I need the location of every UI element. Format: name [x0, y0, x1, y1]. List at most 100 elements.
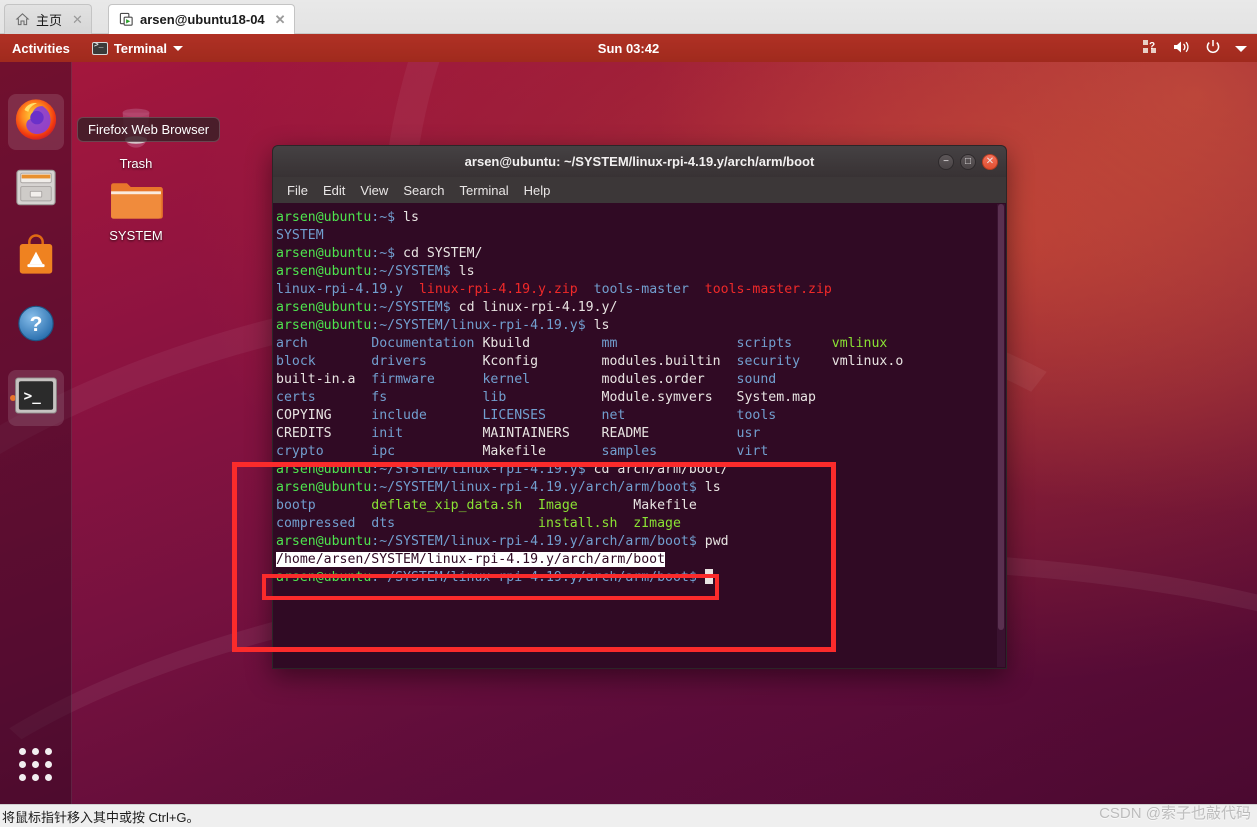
browser-tab-terminal-session[interactable]: arsen@ubuntu18-04 ✕ — [108, 4, 295, 34]
home-icon — [15, 12, 30, 27]
terminal-user-host: arsen@ubuntu — [276, 246, 372, 261]
tooltip-firefox-web-browser: Firefox Web Browser — [77, 117, 221, 142]
terminal-listing-entry: deflate_xip_data.sh — [371, 498, 539, 513]
ubuntu-dock: ? >_ — [0, 62, 72, 804]
remote-terminal-icon — [119, 12, 134, 27]
terminal-line-prompt: arsen@ubuntu:~/SYSTEM/linux-rpi-4.19.y/a… — [275, 533, 1006, 551]
menu-help[interactable]: Help — [524, 183, 551, 198]
terminal-line-prompt: arsen@ubuntu:~/SYSTEM/linux-rpi-4.19.y/a… — [275, 569, 1006, 587]
maximize-icon: □ — [964, 156, 972, 167]
grid-dot — [45, 774, 52, 781]
browser-tab-home[interactable]: 主页 ✕ — [4, 4, 92, 34]
grid-dot — [45, 748, 52, 755]
terminal-listing-entry: linux-rpi-4.19.y — [276, 282, 404, 297]
terminal-listing-entry: built-in.a — [276, 372, 372, 387]
terminal-listing-entry: scripts — [736, 336, 832, 351]
terminal-command: ls — [585, 318, 610, 333]
terminal-listing-entry: SYSTEM — [276, 228, 324, 243]
terminal-listing-entry: mm — [601, 336, 737, 351]
terminal-command: ls — [696, 480, 721, 495]
terminal-menubar: File Edit View Search Terminal Help — [272, 177, 1007, 203]
terminal-listing-entry: Makefile — [633, 498, 697, 513]
minimize-button[interactable]: − — [938, 154, 954, 170]
dock-item-help[interactable]: ? — [8, 298, 64, 354]
close-button[interactable]: ✕ — [982, 154, 998, 170]
grid-dot — [19, 774, 26, 781]
terminal-listing-entry: crypto — [276, 444, 372, 459]
browser-tab-strip: 主页 ✕ arsen@ubuntu18-04 ✕ — [0, 0, 1257, 34]
terminal-icon — [91, 41, 108, 55]
activities-button[interactable]: Activities — [12, 41, 70, 56]
files-cabinet-icon — [14, 167, 58, 214]
power-icon[interactable] — [1205, 39, 1221, 58]
terminal-output-area[interactable]: arsen@ubuntu :~$ ls SYSTEM arsen@ubuntu:~$ … — [272, 203, 1007, 669]
terminal-listing-entry: kernel — [482, 372, 602, 387]
window-controls: − □ ✕ — [938, 154, 998, 170]
terminal-listing-entry: tools-master.zip — [704, 282, 832, 297]
terminal-listing-entry: include — [371, 408, 483, 423]
panel-clock[interactable]: Sun 03:42 — [0, 41, 1257, 56]
terminal-line-output: crypto ipc Makefile samples virt — [275, 443, 1006, 461]
menu-edit[interactable]: Edit — [323, 183, 345, 198]
gnome-top-panel: Activities Terminal Sun 03:42 ? — [0, 34, 1257, 62]
terminal-listing-entry — [689, 282, 705, 297]
terminal-listing-entry: CREDITS — [276, 426, 372, 441]
terminal-titlebar[interactable]: arsen@ubuntu: ~/SYSTEM/linux-rpi-4.19.y/… — [272, 145, 1007, 177]
terminal-path: :~/SYSTEM/linux-rpi-4.19.y$ — [371, 462, 586, 477]
folder-icon — [111, 183, 163, 219]
terminal-user-host: arsen@ubuntu — [276, 534, 372, 549]
terminal-line-output: SYSTEM — [275, 227, 1006, 245]
terminal-user-host: arsen@ubuntu — [276, 300, 372, 315]
dock-item-terminal[interactable]: >_ — [8, 370, 64, 426]
terminal-listing-entry: vmlinux.o — [831, 354, 904, 369]
terminal-listing-entry: vmlinux — [831, 336, 888, 351]
menu-view[interactable]: View — [360, 183, 388, 198]
terminal-user-host: arsen@ubuntu — [276, 480, 372, 495]
terminal-listing-entry: README — [601, 426, 737, 441]
terminal-line-prompt: arsen@ubuntu:~/SYSTEM$ ls — [275, 263, 1006, 281]
terminal-line-prompt: arsen@ubuntu:~$ ls — [275, 209, 1006, 227]
menu-file[interactable]: File — [287, 183, 308, 198]
terminal-listing-entry: dts — [371, 516, 539, 531]
terminal-listing-entry: modules.builtin — [601, 354, 737, 369]
scrollbar-thumb[interactable] — [998, 204, 1004, 630]
terminal-scrollbar[interactable] — [997, 204, 1005, 667]
dock-item-firefox[interactable] — [8, 94, 64, 150]
terminal-icon: >_ — [14, 377, 58, 420]
dock-item-files[interactable] — [8, 162, 64, 218]
terminal-listing-entry: tools-master — [593, 282, 689, 297]
terminal-user-host: arsen@ubuntu — [276, 264, 372, 279]
svg-text:>_: >_ — [24, 388, 42, 404]
chevron-down-icon[interactable] — [1235, 41, 1247, 56]
menu-search[interactable]: Search — [403, 183, 444, 198]
terminal-line-output: built-in.a firmware kernel modules.order… — [275, 371, 1006, 389]
app-menu-button[interactable]: Terminal — [91, 41, 184, 56]
keyboard-help-icon[interactable]: ? — [1143, 39, 1159, 57]
terminal-listing-entry: ipc — [371, 444, 483, 459]
dock-item-software[interactable] — [8, 230, 64, 286]
terminal-command: cd linux-rpi-4.19.y/ — [450, 300, 618, 315]
pwd-output-value: /home/arsen/SYSTEM/linux-rpi-4.19.y/arch… — [276, 552, 666, 567]
svg-text:?: ? — [1149, 41, 1155, 52]
browser-tab-label: 主页 — [36, 13, 63, 28]
terminal-listing-entry: samples — [601, 444, 737, 459]
panel-status-indicators[interactable]: ? — [1143, 39, 1247, 58]
browser-tab-label: arsen@ubuntu18-04 — [140, 12, 265, 27]
terminal-listing-entry: Makefile — [482, 444, 602, 459]
terminal-path: :~$ — [371, 210, 396, 225]
grid-dot — [19, 748, 26, 755]
volume-icon[interactable] — [1173, 40, 1191, 57]
terminal-listing-entry: net — [601, 408, 737, 423]
close-icon[interactable]: ✕ — [275, 12, 286, 28]
menu-terminal[interactable]: Terminal — [460, 183, 509, 198]
grid-dot — [45, 761, 52, 768]
terminal-path: :~/SYSTEM$ — [371, 300, 451, 315]
desktop-icon-system-folder[interactable]: SYSTEM — [88, 176, 184, 243]
close-icon[interactable]: ✕ — [72, 12, 83, 28]
chevron-down-icon — [173, 45, 184, 51]
terminal-line-pwd-output: /home/arsen/SYSTEM/linux-rpi-4.19.y/arch… — [275, 551, 1006, 569]
show-applications-button[interactable] — [19, 748, 53, 782]
terminal-line-output: linux-rpi-4.19.y linux-rpi-4.19.y.zip to… — [275, 281, 1006, 299]
grid-dot — [32, 761, 39, 768]
maximize-button[interactable]: □ — [960, 154, 976, 170]
